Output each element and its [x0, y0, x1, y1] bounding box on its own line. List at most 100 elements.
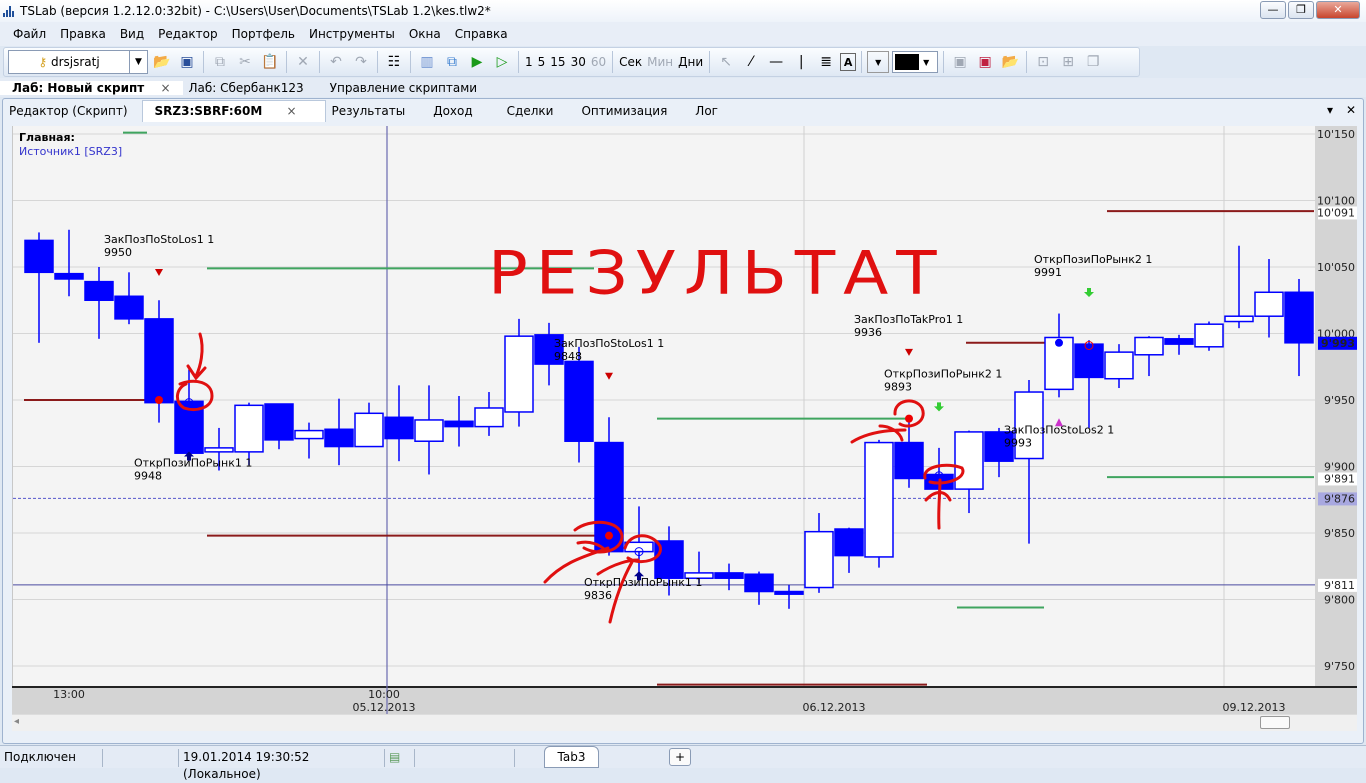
tab-tab3[interactable]: Tab3	[544, 746, 599, 768]
menu-bar: Файл Правка Вид Редактор Портфель Инстру…	[0, 22, 1366, 46]
interval-5[interactable]: 5	[537, 55, 547, 69]
window-title: TSLab (версия 1.2.12.0:32bit) - C:\Users…	[20, 4, 491, 18]
separator	[410, 51, 411, 73]
open-layout-icon[interactable]: 📂	[999, 51, 1021, 73]
tab-trades[interactable]: Сделки	[487, 104, 568, 118]
price-axis	[1315, 126, 1357, 686]
status-empty	[103, 749, 179, 767]
layers-icon[interactable]: ❐	[1082, 51, 1104, 73]
title-bar: TSLab (версия 1.2.12.0:32bit) - C:\Users…	[0, 0, 1366, 22]
horizontal-line-icon[interactable]: —	[765, 51, 787, 73]
menu-tools[interactable]: Инструменты	[302, 27, 402, 41]
time-axis	[12, 686, 1357, 714]
source-label: Источник1 [SRZ3]	[19, 145, 123, 158]
scrollbar-thumb[interactable]	[1260, 716, 1290, 729]
tab-optimization[interactable]: Оптимизация	[567, 104, 681, 118]
open-folder-icon[interactable]: 📂	[151, 51, 173, 73]
run-outline-icon[interactable]: ▷	[491, 51, 513, 73]
key-icon: ⚷	[38, 55, 48, 69]
script-tabs: Редактор (Скрипт) SRZ3:SBRF:60M × Резуль…	[3, 100, 1363, 122]
status-time: 19.01.2014 19:30:52 (Локальное)	[179, 749, 385, 781]
save-icon[interactable]: ▣	[176, 51, 198, 73]
text-tool-icon[interactable]: A	[840, 53, 857, 71]
status-bar: Подключен 19.01.2014 19:30:52 (Локальное…	[0, 745, 1366, 781]
tab-editor[interactable]: Редактор (Скрипт)	[3, 104, 142, 118]
menu-edit[interactable]: Правка	[53, 27, 113, 41]
paste-icon[interactable]: 📋	[259, 51, 281, 73]
status-empty	[415, 749, 515, 767]
copy-icon[interactable]: ⧉	[209, 51, 231, 73]
tab-label: Лаб: Новый скрипт	[12, 80, 145, 95]
color-picker[interactable]: ▼	[892, 51, 939, 73]
interval-15[interactable]: 15	[549, 55, 566, 69]
minimize-button[interactable]: —	[1260, 1, 1286, 19]
price-chart[interactable]	[12, 126, 1357, 686]
chevron-down-icon[interactable]: ▼	[129, 51, 147, 73]
unit-minutes[interactable]: Мин	[646, 55, 674, 69]
delete-icon[interactable]: ✕	[292, 51, 314, 73]
redo-icon[interactable]: ↷	[350, 51, 372, 73]
close-window-button[interactable]: ✕	[1316, 1, 1360, 19]
undo-icon[interactable]: ↶	[325, 51, 347, 73]
separator	[709, 51, 711, 73]
separator	[377, 51, 378, 73]
ungroup-icon[interactable]: ⊞	[1057, 51, 1079, 73]
pointer-icon[interactable]: ↖	[715, 51, 737, 73]
separator	[1026, 51, 1028, 73]
close-tab-icon[interactable]: ×	[154, 81, 176, 95]
group-icon[interactable]: ⊡	[1032, 51, 1054, 73]
separator	[612, 51, 614, 73]
interval-30[interactable]: 30	[570, 55, 587, 69]
pane-menu-icon[interactable]: ▾	[1327, 103, 1333, 117]
add-tab-button[interactable]: +	[669, 748, 691, 766]
interval-60[interactable]: 60	[590, 55, 607, 69]
fibonacci-icon[interactable]: ≣	[815, 51, 837, 73]
separator	[943, 51, 945, 73]
diagram-icon[interactable]: ⧉	[441, 51, 463, 73]
line-style-dropdown[interactable]: ▼	[867, 51, 890, 73]
separator	[203, 51, 204, 73]
menu-help[interactable]: Справка	[448, 27, 515, 41]
maximize-button[interactable]: ❐	[1288, 1, 1314, 19]
account-name: drsjsratj	[50, 55, 100, 69]
tab-label: SRZ3:SBRF:60M	[154, 104, 263, 118]
toolbar: ⚷ drsjsratj ▼ 📂 ▣ ⧉ ✂ 📋 ✕ ↶ ↷ ☷ ▥ ⧉ ▶ ▷ …	[3, 47, 1140, 77]
unit-days[interactable]: Дни	[677, 55, 704, 69]
save-as-icon[interactable]: ▣	[974, 51, 996, 73]
horizontal-scrollbar[interactable]: ◂	[12, 714, 1357, 731]
tab-lab-new-script[interactable]: Лаб: Новый скрипт ×	[0, 80, 183, 95]
properties-icon[interactable]: ☷	[383, 51, 405, 73]
close-tab-icon[interactable]: ×	[280, 104, 310, 118]
separator	[518, 51, 519, 73]
vertical-line-icon[interactable]: |	[790, 51, 812, 73]
menu-file[interactable]: Файл	[6, 27, 53, 41]
notepad-icon[interactable]: ▤	[385, 749, 415, 767]
account-select[interactable]: ⚷ drsjsratj ▼	[8, 50, 148, 74]
separator	[861, 51, 863, 73]
tab-script-manager[interactable]: Управление скриптами	[310, 81, 483, 95]
separator	[319, 51, 320, 73]
pane-title: Главная:	[19, 131, 75, 144]
scroll-left-icon[interactable]: ◂	[14, 716, 19, 727]
separator	[286, 51, 287, 73]
tab-results[interactable]: Результаты	[326, 104, 420, 118]
tab-income[interactable]: Доход	[419, 104, 486, 118]
save-layout-icon[interactable]: ▣	[949, 51, 971, 73]
connection-status: Подключен	[0, 749, 103, 767]
app-logo-icon	[3, 5, 16, 17]
tab-srz3-chart[interactable]: SRZ3:SBRF:60M ×	[141, 100, 326, 122]
menu-portfolio[interactable]: Портфель	[225, 27, 302, 41]
chart-icon[interactable]: ▥	[416, 51, 438, 73]
tab-lab-sberbank[interactable]: Лаб: Сбербанк123	[183, 81, 310, 95]
menu-editor[interactable]: Редактор	[151, 27, 224, 41]
run-icon[interactable]: ▶	[466, 51, 488, 73]
unit-seconds[interactable]: Сек	[618, 55, 643, 69]
cut-icon[interactable]: ✂	[234, 51, 256, 73]
tab-log[interactable]: Лог	[681, 104, 732, 118]
lab-tabs: Лаб: Новый скрипт × Лаб: Сбербанк123 Упр…	[0, 78, 1366, 97]
menu-windows[interactable]: Окна	[402, 27, 448, 41]
menu-view[interactable]: Вид	[113, 27, 151, 41]
pane-close-icon[interactable]: ✕	[1346, 103, 1356, 117]
trend-line-icon[interactable]: ⁄	[740, 51, 762, 73]
interval-1[interactable]: 1	[524, 55, 534, 69]
